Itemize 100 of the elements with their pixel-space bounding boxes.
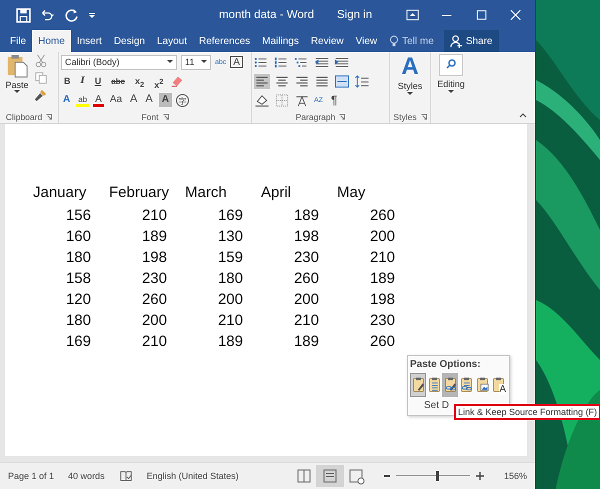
ribbon-tab[interactable]: Review bbox=[304, 30, 350, 52]
paste-option-button[interactable] bbox=[442, 373, 458, 397]
format-button[interactable]: B bbox=[61, 74, 74, 88]
font-effect-button[interactable]: A bbox=[128, 93, 140, 107]
table-cell-text: 198 bbox=[140, 249, 168, 266]
ribbon-tab[interactable]: File bbox=[4, 30, 32, 52]
ribbon-tab[interactable]: View bbox=[350, 30, 384, 52]
table-cell-text: 210 bbox=[140, 333, 168, 350]
tooltip: Link & Keep Source Formatting (F) bbox=[454, 404, 600, 420]
ribbon-tab[interactable]: Design bbox=[108, 30, 151, 52]
format-button[interactable]: I bbox=[78, 74, 88, 88]
format-painter-icon[interactable] bbox=[34, 88, 48, 102]
word-count[interactable]: 40 words bbox=[68, 471, 105, 481]
table-cell-text: 158 bbox=[64, 270, 92, 287]
page-count[interactable]: Page 1 of 1 bbox=[8, 471, 54, 481]
character-border-button[interactable]: A bbox=[230, 56, 243, 68]
column-heading: February bbox=[109, 184, 170, 203]
font-effect-button[interactable]: A bbox=[158, 93, 172, 107]
table-cell-text: 189 bbox=[216, 333, 244, 350]
table-cell-text: 160 bbox=[64, 228, 92, 245]
styles-button[interactable]: A Styles bbox=[398, 54, 422, 110]
table-cell-text: 230 bbox=[140, 270, 168, 287]
table-cell-text: 230 bbox=[292, 249, 320, 266]
font-effect-button[interactable]: Aa bbox=[108, 93, 124, 107]
column-heading: March bbox=[185, 184, 228, 203]
group-label: Font bbox=[141, 112, 158, 122]
group-label: Styles bbox=[393, 112, 417, 122]
ribbon-tab[interactable]: References bbox=[193, 30, 256, 52]
cut-icon[interactable] bbox=[34, 54, 48, 68]
dialog-launcher-icon[interactable] bbox=[420, 114, 427, 120]
paste-button[interactable]: Paste bbox=[2, 54, 32, 110]
redo-icon[interactable] bbox=[64, 8, 79, 22]
proofing-icon[interactable] bbox=[118, 469, 133, 483]
font-effect-button[interactable]: 字 bbox=[176, 94, 189, 106]
ribbon-tab[interactable]: Mailings bbox=[256, 30, 305, 52]
font-effect-button[interactable]: A bbox=[143, 93, 155, 107]
dialog-launcher-icon[interactable] bbox=[339, 114, 346, 120]
table-cell-text: 189 bbox=[368, 270, 396, 287]
table-cell-text: 198 bbox=[368, 291, 396, 308]
share-button[interactable]: Share bbox=[444, 30, 498, 52]
table-cell-text: 159 bbox=[216, 249, 244, 266]
column-heading: January bbox=[33, 184, 88, 203]
table-cell-text: 210 bbox=[292, 312, 320, 329]
distributed-icon[interactable] bbox=[334, 74, 350, 88]
font-effect-button[interactable]: A bbox=[61, 93, 72, 107]
zoom-slider[interactable] bbox=[396, 471, 470, 481]
zoom-in-icon[interactable] bbox=[476, 472, 484, 480]
close-icon[interactable] bbox=[508, 9, 522, 21]
table-cell-text: 198 bbox=[292, 228, 320, 245]
table-cell-text: 200 bbox=[216, 291, 244, 308]
ribbon-display-icon[interactable] bbox=[406, 9, 420, 21]
line-spacing-icon[interactable] bbox=[354, 74, 370, 88]
table-cell-text: 210 bbox=[368, 249, 396, 266]
table-cell-text: 210 bbox=[216, 312, 244, 329]
table-cell-text: 230 bbox=[368, 312, 396, 329]
editing-button[interactable]: Editing bbox=[437, 54, 465, 123]
column-heading: April bbox=[261, 184, 292, 203]
format-button[interactable]: abc bbox=[108, 74, 128, 88]
tell-me-button[interactable]: Tell me bbox=[383, 30, 440, 52]
caret-icon bbox=[167, 60, 173, 64]
group-label: Clipboard bbox=[6, 112, 42, 122]
person-icon bbox=[450, 34, 463, 48]
show-marks-button[interactable]: ¶ bbox=[326, 92, 342, 108]
customize-icon[interactable] bbox=[88, 11, 96, 19]
table-cell-text: 200 bbox=[368, 228, 396, 245]
ribbon-tab[interactable]: Home bbox=[32, 30, 71, 52]
undo-icon[interactable] bbox=[40, 8, 55, 22]
table-cell-text: 200 bbox=[292, 291, 320, 308]
ribbon-tab[interactable]: Layout bbox=[150, 30, 193, 52]
collapse-ribbon-icon[interactable] bbox=[519, 113, 527, 118]
language-status[interactable]: English (United States) bbox=[146, 471, 239, 481]
dialog-launcher-icon[interactable] bbox=[46, 114, 52, 120]
paste-option-button[interactable]: A bbox=[490, 373, 506, 397]
font-name-field[interactable]: Calibri (Body) bbox=[61, 54, 177, 70]
sign-in-link[interactable]: Sign in bbox=[336, 9, 372, 21]
format-button[interactable]: x$_{2}$ bbox=[132, 74, 148, 88]
table-cell-text: 180 bbox=[64, 249, 92, 266]
format-button[interactable]: U bbox=[92, 74, 104, 88]
font-size-field[interactable]: 11 bbox=[181, 54, 211, 70]
maximize-icon[interactable] bbox=[474, 9, 488, 21]
paste-option-button[interactable] bbox=[410, 373, 426, 397]
shading-icon[interactable] bbox=[254, 92, 270, 108]
menu-item[interactable]: Set D bbox=[410, 400, 450, 412]
format-button[interactable]: x$^{2}$ bbox=[151, 74, 166, 88]
caret-icon bbox=[14, 90, 20, 94]
font-effect-button[interactable]: A bbox=[93, 93, 104, 107]
align-icon[interactable] bbox=[254, 74, 270, 88]
save-icon[interactable] bbox=[16, 8, 31, 22]
table-cell-text: 180 bbox=[216, 270, 244, 287]
view-button-icon[interactable] bbox=[316, 465, 344, 487]
zoom-level[interactable]: 156% bbox=[504, 471, 527, 481]
caret-icon bbox=[201, 60, 207, 64]
ribbon-tab[interactable]: Insert bbox=[70, 30, 108, 52]
table-cell-text: 189 bbox=[292, 207, 320, 224]
caret-icon bbox=[448, 90, 454, 94]
table-cell-text: 156 bbox=[64, 207, 92, 224]
table-cell-text: 169 bbox=[64, 333, 92, 350]
table-cell-text: 260 bbox=[368, 333, 396, 350]
dialog-launcher-icon[interactable] bbox=[162, 114, 168, 120]
font-effect-button[interactable]: ab bbox=[76, 93, 90, 107]
